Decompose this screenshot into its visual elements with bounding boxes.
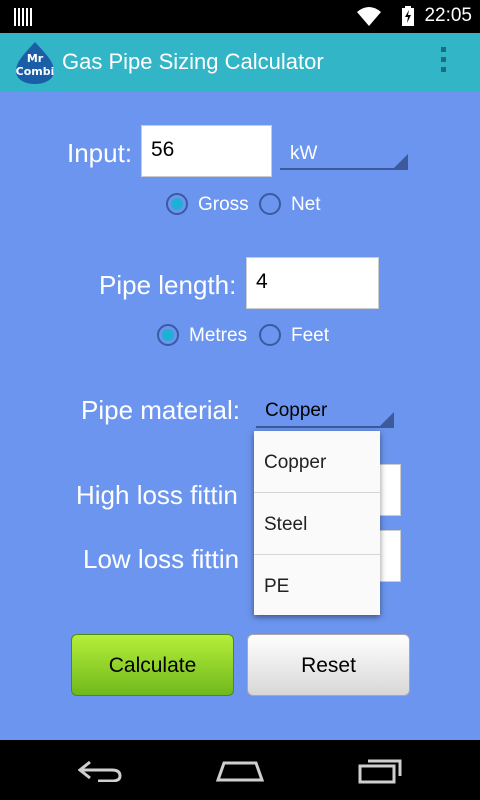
input-label: Input: <box>67 138 133 168</box>
gross-radio[interactable] <box>166 193 188 215</box>
app-title: Gas Pipe Sizing Calculator <box>62 49 324 74</box>
feet-radio[interactable] <box>259 324 281 346</box>
input-field[interactable]: 56 <box>141 125 272 177</box>
feet-label: Feet <box>291 325 330 346</box>
pipe-length-field[interactable]: 4 <box>246 257 379 309</box>
navigation-bar <box>0 740 480 800</box>
overflow-menu-icon[interactable] <box>440 47 448 77</box>
high-loss-label: High loss fittin <box>76 480 238 510</box>
metres-radio[interactable] <box>157 324 179 346</box>
net-radio[interactable] <box>259 193 281 215</box>
pipe-length-label: Pipe length: <box>99 270 237 300</box>
wifi-icon <box>357 7 381 26</box>
pipe-material-spinner[interactable]: Copper <box>256 398 394 428</box>
battery-icon <box>402 6 414 26</box>
calculate-button[interactable]: Calculate <box>71 634 234 696</box>
unit-spinner[interactable]: kW <box>280 140 408 170</box>
dropdown-item-steel[interactable]: Steel <box>254 493 380 554</box>
dropdown-item-copper[interactable]: Copper <box>254 431 380 492</box>
reset-button[interactable]: Reset <box>247 634 410 696</box>
pipe-material-value: Copper <box>265 400 328 421</box>
metres-label: Metres <box>189 325 248 346</box>
low-loss-label: Low loss fittin <box>83 544 240 574</box>
unit-value: kW <box>290 143 318 164</box>
net-label: Net <box>291 194 321 215</box>
home-icon[interactable] <box>216 760 264 782</box>
pipe-material-dropdown: Copper Steel PE <box>254 431 380 615</box>
back-icon[interactable] <box>78 760 122 782</box>
clock: 22:05 <box>424 5 472 26</box>
status-bar: 22:05 <box>0 0 480 33</box>
dropdown-item-pe[interactable]: PE <box>254 555 380 616</box>
logo-text-bottom: Combi <box>16 65 55 78</box>
barcode-icon <box>14 8 32 26</box>
pipe-material-label: Pipe material: <box>81 395 240 425</box>
gross-label: Gross <box>198 194 249 215</box>
app-logo-icon: Mr Combi <box>16 42 55 84</box>
recent-apps-icon[interactable] <box>358 758 402 784</box>
logo-text-top: Mr <box>27 52 44 65</box>
